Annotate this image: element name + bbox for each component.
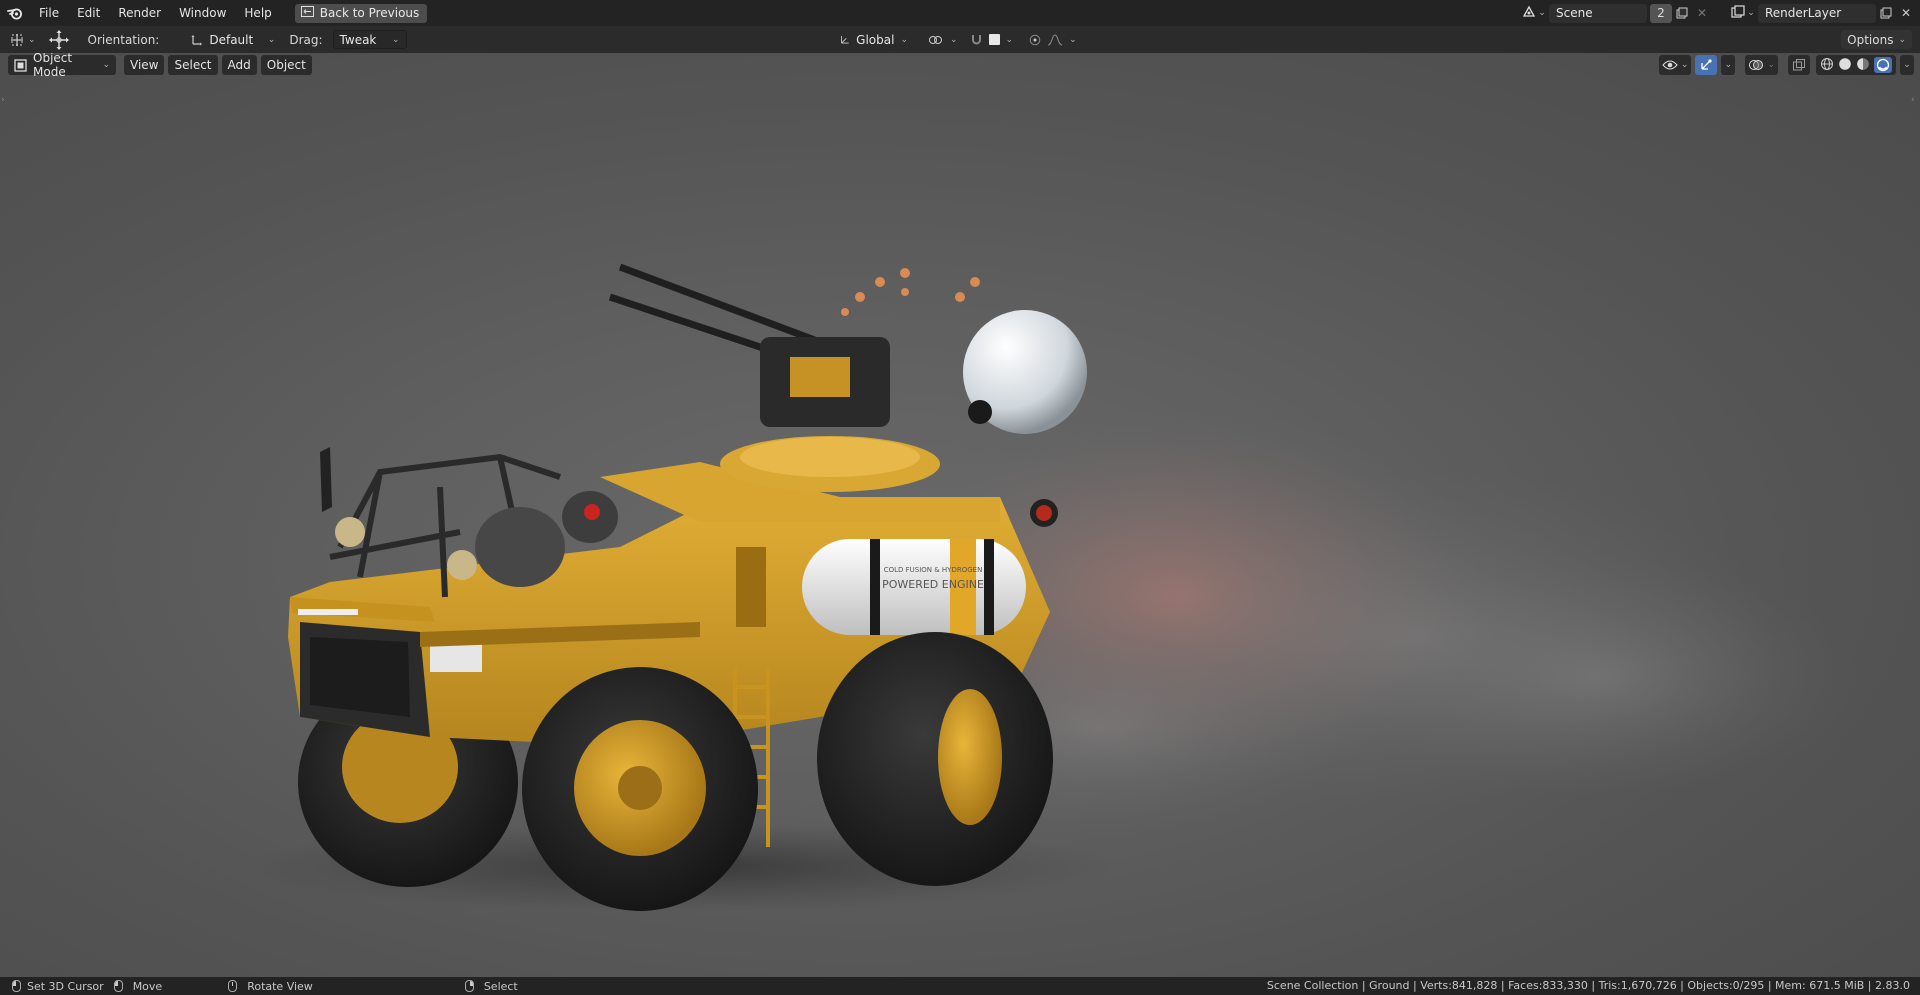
view-layer-browse-dropdown[interactable]: ⌄: [1728, 3, 1758, 23]
options-dropdown[interactable]: Options ⌄: [1841, 30, 1912, 49]
gizmo-icon[interactable]: [1695, 55, 1718, 75]
material-shading-icon[interactable]: [1856, 57, 1870, 74]
chevron-down-icon: ⌄: [102, 60, 110, 70]
snap-icon[interactable]: ⌄: [964, 30, 1020, 49]
chevron-down-icon: ⌄: [1747, 8, 1755, 18]
tank-text-line2: POWERED ENGINE: [882, 578, 984, 591]
chevron-down-icon: ⌄: [950, 34, 958, 45]
hint-label: Rotate View: [247, 979, 313, 993]
scene-name: Scene: [1556, 6, 1593, 20]
tank-text-line1: COLD FUSION & HYDROGEN: [884, 566, 983, 574]
mouse-drag-icon: [113, 980, 123, 992]
viewport-shading-controls: ⌄ ⌄ ⌄ ⌄: [1658, 55, 1914, 75]
move-tool-icon[interactable]: [48, 26, 70, 53]
3d-viewport[interactable]: Object Mode ⌄ View Select Add Object ⌄ ⌄…: [0, 53, 1920, 977]
tool-settings-header: ⌄ Orientation: Default ⌄ Drag: Tweak ⌄ G…: [0, 26, 1920, 53]
hint-select: Select: [464, 979, 518, 993]
object-mode-icon: [14, 58, 27, 72]
chevron-down-icon: ⌄: [1005, 34, 1014, 45]
scene-browse-dropdown[interactable]: ⌄: [1519, 3, 1549, 23]
mouse-right-icon: [464, 980, 474, 992]
chevron-down-icon: ⌄: [267, 34, 276, 45]
back-to-previous-label: Back to Previous: [319, 6, 420, 20]
overlay-icon[interactable]: ⌄: [1745, 55, 1778, 75]
top-menu-bar: File Edit Render Window Help Back to Pre…: [0, 0, 1920, 26]
fuel-tank: COLD FUSION & HYDROGEN POWERED ENGINE: [802, 539, 1026, 635]
transform-orientation-dropdown[interactable]: Global ⌄: [834, 30, 914, 49]
back-to-previous-icon: [300, 6, 314, 20]
tweak-tool-icon: [11, 33, 23, 46]
hint-label: Set 3D Cursor: [27, 979, 104, 993]
new-scene-icon[interactable]: [1672, 4, 1692, 23]
scene-icon: [1522, 5, 1536, 21]
chevron-down-icon: ⌄: [1680, 60, 1689, 70]
chevron-down-icon: ⌄: [1898, 34, 1906, 45]
chevron-down-icon: ⌄: [28, 34, 36, 45]
chevron-down-icon: ⌄: [1724, 60, 1733, 70]
scene-name-field[interactable]: Scene: [1549, 3, 1647, 23]
proportional-edit-icon[interactable]: ⌄: [1023, 30, 1083, 49]
object-mode-dropdown[interactable]: Object Mode ⌄: [8, 53, 116, 79]
options-label: Options: [1847, 32, 1894, 47]
chevron-down-icon: ⌄: [391, 34, 400, 45]
new-view-layer-icon[interactable]: [1876, 4, 1896, 23]
orientation-dropdown[interactable]: Default ⌄: [185, 30, 281, 49]
solid-shading-icon[interactable]: [1838, 57, 1852, 74]
menu-render[interactable]: Render: [109, 0, 170, 26]
falloff-icon: [1047, 33, 1063, 45]
blender-logo-icon[interactable]: [0, 0, 30, 26]
status-bar: Set 3D Cursor Move Rotate View Select Sc…: [0, 977, 1920, 995]
xray-icon[interactable]: [1788, 55, 1810, 75]
menu-file[interactable]: File: [30, 0, 68, 26]
gizmo-dropdown[interactable]: ⌄: [1721, 55, 1736, 75]
mouse-left-icon: [12, 980, 21, 992]
snap-element-icon: [988, 34, 1000, 45]
view-layer-name: RenderLayer: [1765, 6, 1842, 20]
global-axis-icon: [841, 35, 849, 44]
close-icon[interactable]: ✕: [1692, 4, 1712, 23]
view-layer-field[interactable]: RenderLayer: [1758, 3, 1876, 23]
shading-options-dropdown[interactable]: ⌄: [1900, 55, 1914, 75]
chevron-down-icon: ⌄: [1767, 60, 1775, 70]
select-tool-dropdown[interactable]: ⌄: [10, 26, 36, 53]
rendered-vehicle-scene: COLD FUSION & HYDROGEN POWERED ENGINE: [240, 263, 1860, 912]
chevron-down-icon: ⌄: [900, 34, 908, 45]
hint-move: Move: [113, 979, 163, 993]
transform-orientation-value: Global: [856, 32, 895, 47]
wireframe-shading-icon[interactable]: [1820, 57, 1834, 74]
back-to-previous-button[interactable]: Back to Previous: [294, 3, 428, 23]
viewport-menu-view[interactable]: View: [124, 55, 165, 75]
orientation-axis-icon: [191, 34, 203, 45]
hint-rotate-view: Rotate View: [228, 980, 313, 993]
mouse-middle-icon: [228, 980, 238, 992]
drag-label: Drag:: [289, 32, 323, 47]
orientation-label: Orientation:: [87, 32, 160, 47]
transform-pivot-icon[interactable]: ⌄: [922, 30, 964, 49]
viewport-header: Object Mode ⌄ View Select Add Object ⌄ ⌄…: [0, 53, 1920, 79]
scene-statistics: Scene Collection | Ground | Verts:841,82…: [1266, 979, 1910, 992]
viewport-menu-select[interactable]: Select: [168, 55, 218, 75]
scene-users-count[interactable]: 2: [1650, 3, 1672, 23]
drag-dropdown[interactable]: Tweak ⌄: [332, 30, 407, 49]
orientation-value: Default: [209, 32, 254, 47]
menu-help[interactable]: Help: [235, 0, 280, 26]
hint-label: Select: [483, 979, 518, 993]
chevron-down-icon: ⌄: [1069, 34, 1077, 45]
visibility-icon[interactable]: ⌄: [1658, 55, 1692, 75]
drag-value: Tweak: [339, 32, 377, 47]
menu-edit[interactable]: Edit: [68, 0, 109, 26]
menu-window[interactable]: Window: [170, 0, 235, 26]
chevron-down-icon: ⌄: [1538, 8, 1546, 18]
object-mode-label: Object Mode: [33, 53, 73, 79]
viewport-menu-object[interactable]: Object: [260, 55, 312, 75]
chevron-down-icon: ⌄: [1903, 60, 1911, 70]
hint-set-3d-cursor: Set 3D Cursor: [12, 980, 104, 993]
view-layer-icon: [1731, 5, 1745, 21]
close-icon[interactable]: ✕: [1896, 4, 1916, 23]
rendered-shading-icon[interactable]: [1874, 57, 1892, 73]
shading-mode-group: [1816, 55, 1896, 75]
viewport-menu-add[interactable]: Add: [221, 55, 257, 75]
hint-label: Move: [132, 979, 163, 993]
